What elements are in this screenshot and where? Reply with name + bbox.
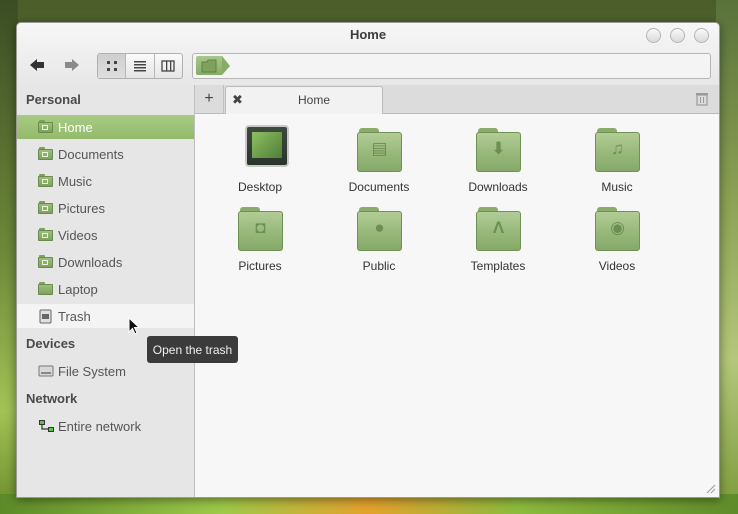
file-manager-window: Home Personal Home Documents Music Pictu… bbox=[16, 22, 720, 498]
tab-bar: + ✖ Home bbox=[195, 85, 719, 114]
resize-grip-icon[interactable] bbox=[706, 484, 716, 494]
tab-label: Home bbox=[297, 93, 330, 107]
downloads-folder-icon: ⬇ bbox=[476, 128, 521, 172]
file-item-desktop[interactable]: Desktop bbox=[205, 122, 315, 194]
sidebar-item-videos[interactable]: Videos bbox=[17, 223, 194, 247]
sidebar-item-network[interactable]: Entire network bbox=[17, 414, 194, 438]
sidebar-item-home[interactable]: Home bbox=[17, 115, 194, 139]
close-button[interactable] bbox=[694, 28, 709, 43]
sidebar-item-label: Pictures bbox=[58, 201, 105, 216]
file-item-downloads[interactable]: ⬇ Downloads bbox=[443, 122, 553, 194]
file-item-pictures[interactable]: ◘ Pictures bbox=[205, 201, 315, 273]
file-item-templates[interactable]: Λ Templates bbox=[443, 201, 553, 273]
file-item-documents[interactable]: ▤ Documents bbox=[324, 122, 434, 194]
location-bar[interactable] bbox=[192, 53, 711, 79]
sidebar-item-documents[interactable]: Documents bbox=[17, 142, 194, 166]
videos-folder-icon: ◉ bbox=[595, 207, 640, 251]
window-title: Home bbox=[349, 27, 387, 42]
trash-icon bbox=[39, 309, 52, 324]
minimize-button[interactable] bbox=[646, 28, 661, 43]
breadcrumb-arrow bbox=[222, 56, 230, 75]
tab-home[interactable]: ✖ Home bbox=[225, 86, 383, 114]
file-label: Music bbox=[601, 180, 633, 194]
public-folder-icon: ● bbox=[357, 207, 402, 251]
sidebar-item-label: File System bbox=[58, 364, 126, 379]
file-label: Pictures bbox=[238, 259, 282, 273]
grid-icon bbox=[106, 61, 117, 71]
music-folder-icon: ♫ bbox=[595, 128, 640, 172]
desktop-icon bbox=[245, 125, 289, 167]
file-item-music[interactable]: ♫ Music bbox=[562, 122, 672, 194]
file-view: Desktop ▤ Documents ⬇ Downloads ♫ Music … bbox=[195, 114, 719, 497]
videos-folder-icon bbox=[38, 228, 53, 241]
sidebar-section-network: Network bbox=[26, 391, 78, 406]
tooltip: Open the trash bbox=[147, 336, 238, 363]
sidebar-item-label: Laptop bbox=[58, 282, 98, 297]
sidebar-item-pictures[interactable]: Pictures bbox=[17, 196, 194, 220]
pictures-folder-icon: ◘ bbox=[238, 207, 283, 251]
new-tab-button[interactable]: + bbox=[195, 85, 224, 113]
view-switcher bbox=[97, 53, 183, 79]
file-label: Desktop bbox=[237, 180, 283, 194]
sidebar-item-trash[interactable]: Trash bbox=[17, 304, 194, 328]
home-folder-icon bbox=[38, 120, 53, 133]
sidebar-item-downloads[interactable]: Downloads bbox=[17, 250, 194, 274]
file-label: Videos bbox=[598, 259, 636, 273]
forward-arrow-icon bbox=[65, 59, 79, 71]
column-view-button[interactable] bbox=[155, 54, 182, 78]
maximize-button[interactable] bbox=[670, 28, 685, 43]
file-item-videos[interactable]: ◉ Videos bbox=[562, 201, 672, 273]
sidebar-item-label: Downloads bbox=[58, 255, 123, 270]
sidebar-item-label: Documents bbox=[58, 147, 124, 162]
folder-icon bbox=[38, 282, 53, 295]
sidebar-section-devices: Devices bbox=[26, 336, 76, 351]
sidebar-item-label: Entire network bbox=[58, 419, 142, 434]
documents-folder-icon bbox=[38, 147, 53, 160]
sidebar-item-music[interactable]: Music bbox=[17, 169, 194, 193]
sidebar-item-laptop[interactable]: Laptop bbox=[17, 277, 194, 301]
pictures-folder-icon bbox=[38, 201, 53, 214]
sidebar-item-label: Music bbox=[58, 174, 92, 189]
mouse-cursor-icon bbox=[128, 317, 140, 335]
icon-view-button[interactable] bbox=[98, 54, 127, 78]
downloads-folder-icon bbox=[38, 255, 53, 268]
file-label: Downloads bbox=[468, 180, 528, 194]
harddisk-icon bbox=[38, 365, 54, 377]
file-item-public[interactable]: ● Public bbox=[324, 201, 434, 273]
sidebar-section-personal: Personal bbox=[26, 92, 81, 107]
forward-button[interactable] bbox=[58, 53, 86, 77]
trash-tab-icon[interactable] bbox=[695, 91, 709, 106]
documents-folder-icon: ▤ bbox=[357, 128, 402, 172]
sidebar-item-label: Videos bbox=[58, 228, 98, 243]
list-icon bbox=[133, 61, 146, 72]
home-folder-icon bbox=[201, 59, 217, 73]
network-icon bbox=[39, 420, 54, 432]
sidebar-item-label: Home bbox=[58, 120, 93, 135]
file-label: Documents bbox=[348, 180, 410, 194]
back-arrow-icon bbox=[30, 59, 44, 71]
sidebar: Personal Home Documents Music Pictures V… bbox=[17, 85, 195, 497]
home-breadcrumb[interactable] bbox=[196, 56, 222, 75]
templates-folder-icon: Λ bbox=[476, 207, 521, 251]
columns-icon bbox=[161, 60, 175, 72]
sidebar-item-label: Trash bbox=[58, 309, 91, 324]
file-label: Public bbox=[362, 259, 396, 273]
file-label: Templates bbox=[470, 259, 526, 273]
back-button[interactable] bbox=[23, 53, 51, 77]
music-folder-icon bbox=[38, 174, 53, 187]
list-view-button[interactable] bbox=[126, 54, 155, 78]
